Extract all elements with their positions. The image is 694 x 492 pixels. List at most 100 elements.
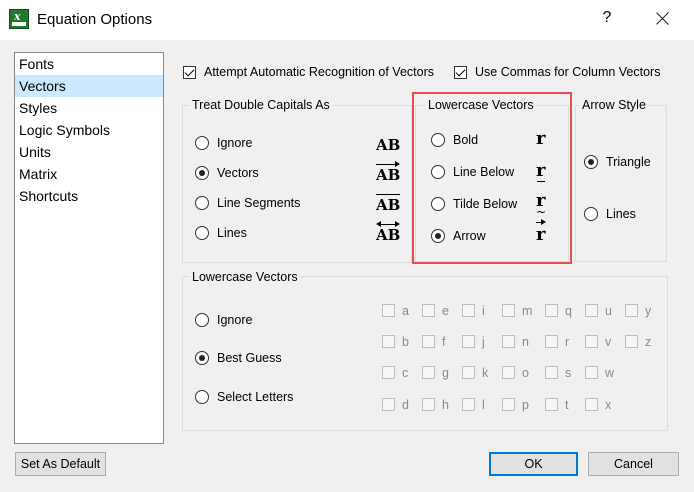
letter-label: i [482, 304, 485, 318]
set-as-default-button[interactable]: Set As Default [15, 452, 106, 476]
dc-line-segments-radio[interactable] [195, 196, 209, 210]
dc-ignore-radio[interactable] [195, 136, 209, 150]
letter-checkbox-o[interactable] [502, 366, 515, 379]
letter-label: h [442, 398, 449, 412]
letter-checkbox-l[interactable] [462, 398, 475, 411]
lv-select-letters-radio[interactable] [195, 390, 209, 404]
letter-checkbox-i[interactable] [462, 304, 475, 317]
sidebar-item-vectors[interactable]: Vectors [15, 75, 163, 97]
lowercase-vectors-title: Lowercase Vectors [190, 270, 300, 284]
letter-label: n [522, 335, 529, 349]
letter-label: d [402, 398, 409, 412]
auto-recognition-label: Attempt Automatic Recognition of Vectors [204, 65, 434, 79]
letter-label: l [482, 398, 485, 412]
lv-select-letters-label: Select Letters [217, 390, 294, 404]
letter-checkbox-m[interactable] [502, 304, 515, 317]
right-arrow-accent-icon [376, 161, 401, 167]
arrow-triangle-radio[interactable] [584, 155, 598, 169]
letter-checkbox-t[interactable] [545, 398, 558, 411]
letter-checkbox-v[interactable] [585, 335, 598, 348]
arrow-lines-radio[interactable] [584, 207, 598, 221]
letter-label: w [605, 366, 615, 380]
app-icon: x [9, 9, 29, 29]
letter-checkbox-h[interactable] [422, 398, 435, 411]
window-title: Equation Options [37, 11, 153, 28]
category-list[interactable]: Fonts Vectors Styles Logic Symbols Units… [14, 52, 164, 444]
letter-checkbox-b[interactable] [382, 335, 395, 348]
letter-checkbox-s[interactable] [545, 366, 558, 379]
lv-best-guess-radio[interactable] [195, 351, 209, 365]
letter-checkbox-q[interactable] [545, 304, 558, 317]
help-button[interactable]: ? [597, 9, 617, 29]
sidebar-item-matrix[interactable]: Matrix [15, 163, 163, 185]
sidebar-item-shortcuts[interactable]: Shortcuts [15, 185, 163, 207]
letter-label: g [442, 366, 449, 380]
lv-ignore-label: Ignore [217, 313, 253, 327]
letter-checkbox-u[interactable] [585, 304, 598, 317]
sidebar-item-logic-symbols[interactable]: Logic Symbols [15, 119, 163, 141]
letter-label: q [565, 304, 572, 318]
double-arrow-accent-icon [376, 221, 401, 227]
letter-label: k [482, 366, 489, 380]
lv-ignore-radio[interactable] [195, 313, 209, 327]
arrow-triangle-label: Triangle [606, 155, 651, 169]
sidebar-item-styles[interactable]: Styles [15, 97, 163, 119]
cancel-button[interactable]: Cancel [588, 452, 679, 476]
letter-label: j [482, 335, 485, 349]
letter-checkbox-r[interactable] [545, 335, 558, 348]
letter-label: b [402, 335, 409, 349]
ok-button[interactable]: OK [489, 452, 578, 476]
letter-label: z [645, 335, 652, 349]
arrow-style-title: Arrow Style [580, 98, 648, 112]
letter-checkbox-k[interactable] [462, 366, 475, 379]
letter-label: p [522, 398, 529, 412]
letter-label: f [442, 335, 446, 349]
letter-label: r [565, 335, 570, 349]
dc-vectors-symbol: AB [376, 161, 401, 184]
letter-label: y [645, 304, 652, 318]
dc-lines-radio[interactable] [195, 226, 209, 240]
letter-label: u [605, 304, 612, 318]
sidebar-item-fonts[interactable]: Fonts [15, 53, 163, 75]
sidebar-item-units[interactable]: Units [15, 141, 163, 163]
letter-label: e [442, 304, 449, 318]
letter-checkbox-x[interactable] [585, 398, 598, 411]
dc-line-segments-label: Line Segments [217, 196, 301, 210]
letter-checkbox-f[interactable] [422, 335, 435, 348]
letter-label: s [565, 366, 572, 380]
commas-checkbox[interactable] [454, 66, 467, 79]
letter-checkbox-g[interactable] [422, 366, 435, 379]
close-icon[interactable] [648, 6, 678, 32]
letter-checkbox-c[interactable] [382, 366, 395, 379]
dc-vectors-label: Vectors [217, 166, 259, 180]
letter-checkbox-d[interactable] [382, 398, 395, 411]
letter-checkbox-w[interactable] [585, 366, 598, 379]
letter-checkbox-y[interactable] [625, 304, 638, 317]
commas-label: Use Commas for Column Vectors [475, 65, 661, 79]
dc-ignore-label: Ignore [217, 136, 253, 150]
dc-ignore-symbol: AB [376, 136, 401, 154]
double-capitals-title: Treat Double Capitals As [190, 98, 332, 112]
arrow-lines-label: Lines [606, 207, 636, 221]
letter-checkbox-n[interactable] [502, 335, 515, 348]
arrow-style-group [575, 105, 667, 262]
letter-label: x [605, 398, 612, 412]
title-bar: x Equation Options ? [0, 0, 694, 40]
letter-checkbox-z[interactable] [625, 335, 638, 348]
letter-label: c [402, 366, 409, 380]
letter-checkbox-e[interactable] [422, 304, 435, 317]
dc-vectors-radio[interactable] [195, 166, 209, 180]
letter-checkbox-a[interactable] [382, 304, 395, 317]
letter-label: a [402, 304, 409, 318]
dc-lines-label: Lines [217, 226, 247, 240]
lv-best-guess-label: Best Guess [217, 351, 282, 365]
letter-checkbox-p[interactable] [502, 398, 515, 411]
letter-label: m [522, 304, 533, 318]
dc-line-segments-symbol: AB [376, 194, 401, 214]
highlight-box [412, 92, 572, 264]
overline-icon [376, 194, 401, 195]
letter-checkbox-j[interactable] [462, 335, 475, 348]
letter-label: v [605, 335, 612, 349]
auto-recognition-checkbox[interactable] [183, 66, 196, 79]
letter-label: t [565, 398, 569, 412]
